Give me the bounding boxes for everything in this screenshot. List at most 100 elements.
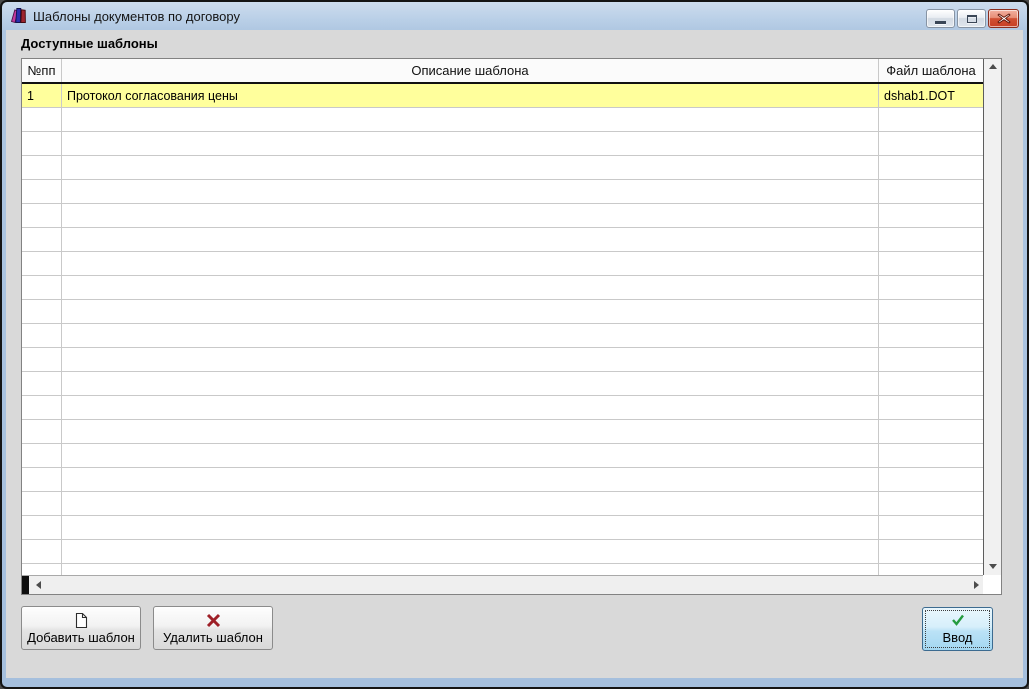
empty-table-row[interactable]: [22, 324, 983, 348]
cell-description: [62, 540, 879, 563]
add-template-button[interactable]: Добавить шаблон: [21, 606, 141, 650]
cell-description: [62, 564, 879, 575]
empty-table-row[interactable]: [22, 108, 983, 132]
cell-num: [22, 180, 62, 203]
cell-num: [22, 372, 62, 395]
cell-description: [62, 324, 879, 347]
cell-num: [22, 108, 62, 131]
cell-file: [879, 372, 983, 395]
column-header-num[interactable]: №пп: [22, 59, 62, 82]
cell-description: [62, 492, 879, 515]
available-templates-label: Доступные шаблоны: [21, 36, 158, 51]
cell-description: [62, 300, 879, 323]
scrollbar-corner: [983, 575, 1001, 594]
cell-file: [879, 276, 983, 299]
empty-table-row[interactable]: [22, 396, 983, 420]
empty-table-row[interactable]: [22, 420, 983, 444]
delete-template-label: Удалить шаблон: [163, 629, 263, 645]
scroll-down-icon[interactable]: [988, 564, 997, 569]
cell-file: [879, 468, 983, 491]
cell-description: [62, 396, 879, 419]
cell-num: [22, 348, 62, 371]
scroll-up-icon[interactable]: [988, 64, 997, 69]
cell-description: [62, 180, 879, 203]
cell-num: [22, 564, 62, 575]
empty-table-row[interactable]: [22, 276, 983, 300]
cell-num: [22, 132, 62, 155]
table-row[interactable]: 1 Протокол согласования цены dshab1.DOT: [22, 84, 983, 108]
cell-file: [879, 540, 983, 563]
cell-num: [22, 228, 62, 251]
cell-description: [62, 444, 879, 467]
cell-description: [62, 108, 879, 131]
cell-description: [62, 252, 879, 275]
cell-num: [22, 540, 62, 563]
title-bar[interactable]: Шаблоны документов по договору: [2, 2, 1027, 30]
cell-num: [22, 324, 62, 347]
empty-table-row[interactable]: [22, 492, 983, 516]
cell-num: [22, 252, 62, 275]
empty-table-row[interactable]: [22, 540, 983, 564]
dialog-window: Шаблоны документов по договору Доступные…: [0, 0, 1029, 689]
empty-table-row[interactable]: [22, 516, 983, 540]
close-icon: [996, 13, 1011, 24]
empty-table-row[interactable]: [22, 564, 983, 575]
column-header-file[interactable]: Файл шаблона: [879, 59, 983, 82]
cell-description: [62, 204, 879, 227]
cell-file: [879, 132, 983, 155]
delete-template-button[interactable]: Удалить шаблон: [153, 606, 273, 650]
cell-num: [22, 156, 62, 179]
empty-table-row[interactable]: [22, 468, 983, 492]
cell-description: [62, 156, 879, 179]
cell-description: [62, 132, 879, 155]
scroll-right-icon[interactable]: [974, 581, 979, 589]
empty-table-row[interactable]: [22, 156, 983, 180]
caption-buttons: [926, 9, 1019, 28]
cell-description: [62, 276, 879, 299]
cell-file: [879, 108, 983, 131]
empty-table-row[interactable]: [22, 348, 983, 372]
empty-table-row[interactable]: [22, 132, 983, 156]
cell-num: [22, 300, 62, 323]
empty-table-row[interactable]: [22, 252, 983, 276]
cell-num: [22, 468, 62, 491]
empty-table-row[interactable]: [22, 372, 983, 396]
column-header-description[interactable]: Описание шаблона: [62, 59, 879, 82]
empty-table-row[interactable]: [22, 300, 983, 324]
minimize-icon: [935, 21, 946, 24]
cell-file: [879, 348, 983, 371]
cell-file: [879, 444, 983, 467]
cell-description: [62, 228, 879, 251]
new-document-icon: [73, 612, 90, 629]
cell-file: [879, 564, 983, 575]
grid-header: №пп Описание шаблона Файл шаблона: [22, 59, 983, 84]
grid-body: 1 Протокол согласования цены dshab1.DOT: [22, 84, 983, 575]
maximize-icon: [966, 14, 977, 23]
cell-file: [879, 396, 983, 419]
cell-num: [22, 444, 62, 467]
close-button[interactable]: [988, 9, 1019, 28]
empty-table-row[interactable]: [22, 204, 983, 228]
cell-file: [879, 300, 983, 323]
cell-description: [62, 420, 879, 443]
scroll-left-icon[interactable]: [36, 581, 41, 589]
cell-file: [879, 516, 983, 539]
cell-description: [62, 372, 879, 395]
minimize-button[interactable]: [926, 9, 955, 28]
templates-grid: №пп Описание шаблона Файл шаблона 1 Протоко…: [21, 58, 1002, 595]
window-title: Шаблоны документов по договору: [33, 9, 240, 24]
maximize-button[interactable]: [957, 9, 986, 28]
empty-table-row[interactable]: [22, 180, 983, 204]
vertical-scrollbar[interactable]: [983, 59, 1001, 575]
enter-button[interactable]: Ввод: [922, 607, 993, 651]
cell-description: Протокол согласования цены: [62, 84, 879, 107]
horizontal-scrollbar[interactable]: [22, 575, 983, 594]
cell-num: [22, 396, 62, 419]
cell-file: [879, 156, 983, 179]
empty-table-row[interactable]: [22, 228, 983, 252]
green-check-icon: [950, 613, 966, 630]
books-icon: [10, 7, 28, 24]
cell-file: [879, 180, 983, 203]
empty-table-row[interactable]: [22, 444, 983, 468]
cell-description: [62, 468, 879, 491]
